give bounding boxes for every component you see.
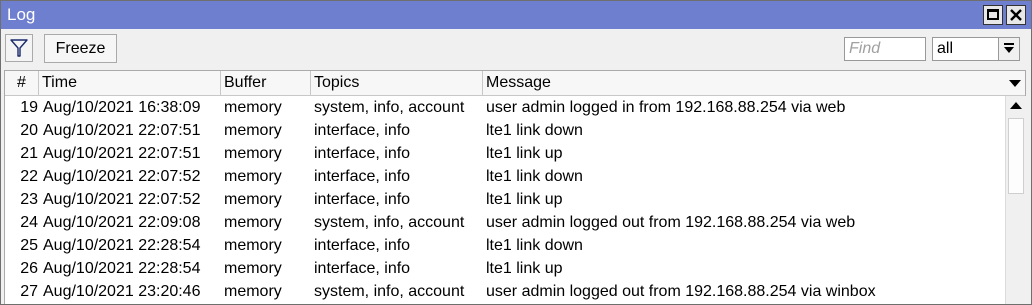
row-topics: interface, info bbox=[314, 145, 411, 162]
row-number: 22 bbox=[20, 168, 38, 185]
title-bar[interactable]: Log bbox=[1, 1, 1031, 29]
find-input[interactable] bbox=[844, 37, 926, 61]
row-buffer: memory bbox=[224, 237, 282, 254]
log-window: Log Freeze all bbox=[0, 0, 1032, 305]
row-message: lte1 link down bbox=[486, 122, 583, 139]
dropdown-arrow-icon bbox=[1004, 43, 1014, 53]
row-number: 25 bbox=[20, 237, 38, 254]
row-buffer: memory bbox=[224, 168, 282, 185]
row-number: 23 bbox=[20, 191, 38, 208]
row-time: Aug/10/2021 22:07:51 bbox=[43, 122, 201, 139]
row-message: lte1 link up bbox=[486, 145, 563, 162]
row-time: Aug/10/2021 16:38:09 bbox=[43, 99, 201, 116]
row-message: user admin logged out from 192.168.88.25… bbox=[486, 214, 856, 231]
filter-button[interactable] bbox=[5, 34, 33, 62]
column-header-time[interactable]: Time bbox=[39, 71, 221, 95]
row-topics: system, info, account bbox=[314, 214, 465, 231]
row-number: 27 bbox=[20, 283, 38, 300]
column-header-topics[interactable]: Topics bbox=[311, 71, 483, 95]
column-header-number[interactable]: # bbox=[5, 71, 39, 95]
row-time: Aug/10/2021 22:09:08 bbox=[43, 214, 201, 231]
row-number: 24 bbox=[20, 214, 38, 231]
toolbar: Freeze all bbox=[1, 29, 1031, 69]
row-topics: interface, info bbox=[314, 168, 411, 185]
row-message: user admin logged out from 192.168.88.25… bbox=[486, 283, 876, 300]
row-time: Aug/10/2021 22:07:52 bbox=[43, 191, 201, 208]
row-time: Aug/10/2021 23:20:46 bbox=[43, 283, 201, 300]
row-topics: interface, info bbox=[314, 191, 411, 208]
row-topics: interface, info bbox=[314, 122, 411, 139]
table-row[interactable]: 23 Aug/10/2021 22:07:52 memory interface… bbox=[5, 188, 1003, 211]
row-time: Aug/10/2021 22:07:52 bbox=[43, 168, 201, 185]
table-row[interactable]: 22 Aug/10/2021 22:07:52 memory interface… bbox=[5, 165, 1003, 188]
row-number: 26 bbox=[20, 260, 38, 277]
row-time: Aug/10/2021 22:07:51 bbox=[43, 145, 201, 162]
table-row[interactable]: 26 Aug/10/2021 22:28:54 memory interface… bbox=[5, 257, 1003, 280]
row-message: user admin logged in from 192.168.88.254… bbox=[486, 99, 846, 116]
row-number: 21 bbox=[20, 145, 38, 162]
row-topics: system, info, account bbox=[314, 99, 465, 116]
maximize-icon bbox=[987, 9, 999, 20]
table-row[interactable]: 27 Aug/10/2021 23:20:46 memory system, i… bbox=[5, 280, 1003, 303]
log-filter-value: all bbox=[937, 40, 954, 57]
row-message: lte1 link down bbox=[486, 168, 583, 185]
row-buffer: memory bbox=[224, 191, 282, 208]
window-title: Log bbox=[7, 5, 36, 24]
row-topics: system, info, account bbox=[314, 283, 465, 300]
vertical-scrollbar[interactable] bbox=[1005, 96, 1026, 304]
column-header-message[interactable]: Message bbox=[483, 71, 1003, 95]
table-row[interactable]: 19 Aug/10/2021 16:38:09 memory system, i… bbox=[5, 96, 1003, 119]
table-row[interactable]: 21 Aug/10/2021 22:07:51 memory interface… bbox=[5, 142, 1003, 165]
row-buffer: memory bbox=[224, 122, 282, 139]
row-buffer: memory bbox=[224, 260, 282, 277]
log-filter-select[interactable]: all bbox=[932, 37, 1020, 61]
log-filter-dropdown[interactable] bbox=[998, 38, 1019, 60]
row-topics: interface, info bbox=[314, 237, 411, 254]
row-time: Aug/10/2021 22:28:54 bbox=[43, 237, 201, 254]
column-menu-button[interactable] bbox=[1005, 71, 1025, 95]
column-header-buffer[interactable]: Buffer bbox=[221, 71, 311, 95]
table-row[interactable]: 24 Aug/10/2021 22:09:08 memory system, i… bbox=[5, 211, 1003, 234]
maximize-button[interactable] bbox=[983, 5, 1003, 25]
table-header: # Time Buffer Topics Message bbox=[5, 71, 1025, 96]
scroll-up-icon bbox=[1010, 102, 1022, 109]
scroll-thumb[interactable] bbox=[1008, 118, 1024, 194]
close-button[interactable] bbox=[1006, 5, 1026, 25]
chevron-down-icon bbox=[1009, 80, 1021, 87]
row-buffer: memory bbox=[224, 99, 282, 116]
row-message: lte1 link down bbox=[486, 237, 583, 254]
row-number: 20 bbox=[20, 122, 38, 139]
row-time: Aug/10/2021 22:28:54 bbox=[43, 260, 201, 277]
row-number: 19 bbox=[20, 99, 38, 116]
row-topics: interface, info bbox=[314, 260, 411, 277]
filter-icon bbox=[10, 39, 28, 57]
close-icon bbox=[1010, 9, 1022, 21]
table-row[interactable]: 20 Aug/10/2021 22:07:51 memory interface… bbox=[5, 119, 1003, 142]
scroll-up-button[interactable] bbox=[1006, 96, 1026, 116]
row-buffer: memory bbox=[224, 283, 282, 300]
row-message: lte1 link up bbox=[486, 260, 563, 277]
row-buffer: memory bbox=[224, 214, 282, 231]
table-row[interactable]: 25 Aug/10/2021 22:28:54 memory interface… bbox=[5, 234, 1003, 257]
row-message: lte1 link up bbox=[486, 191, 563, 208]
log-table: # Time Buffer Topics Message 19 Aug/10/2… bbox=[4, 70, 1026, 304]
row-buffer: memory bbox=[224, 145, 282, 162]
freeze-button[interactable]: Freeze bbox=[44, 34, 117, 63]
